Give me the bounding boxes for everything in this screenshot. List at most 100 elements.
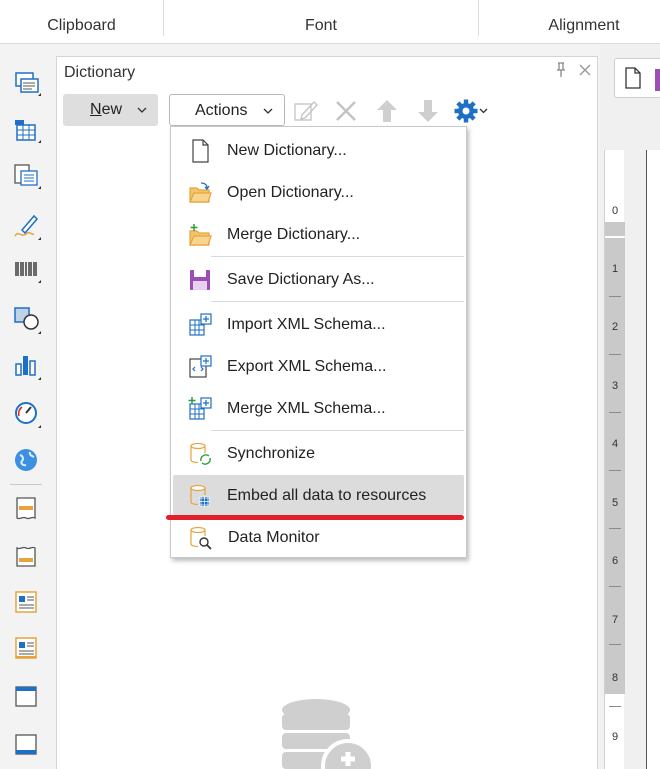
ruler-mark: 9	[611, 731, 619, 743]
shape-pen-icon[interactable]	[12, 210, 42, 240]
delete-button[interactable]	[332, 97, 360, 125]
page-tab-accent	[655, 69, 660, 91]
new-document-icon	[187, 138, 213, 164]
cross-tab-icon[interactable]	[12, 162, 42, 192]
menu-item-label: Data Monitor	[228, 529, 320, 546]
menu-item-label: Synchronize	[227, 445, 316, 462]
page-tab[interactable]	[614, 58, 660, 98]
save-icon	[187, 267, 213, 293]
footer-band-icon[interactable]	[12, 542, 42, 572]
import-xml-icon	[187, 312, 213, 338]
map-icon[interactable]	[12, 446, 42, 476]
toolbox	[0, 54, 50, 769]
open-folder-icon	[187, 180, 213, 206]
settings-button[interactable]	[453, 97, 493, 125]
menu-item-open-dictionary[interactable]: Open Dictionary...	[173, 172, 464, 212]
menu-item-export-xml-schema[interactable]: Export XML Schema...	[173, 346, 464, 386]
new-button-label: New	[90, 101, 123, 118]
synchronize-icon	[187, 441, 213, 467]
ruler-tick	[609, 586, 621, 587]
ribbon-group-alignment: Alignment	[548, 17, 620, 34]
menu-item-label: Merge XML Schema...	[227, 400, 386, 417]
ruler-mark: 4	[611, 438, 619, 450]
menu-item-label: Import XML Schema...	[227, 316, 386, 333]
table-icon[interactable]	[12, 116, 42, 146]
embed-resources-icon	[187, 483, 213, 509]
ruler-mark: 2	[611, 321, 619, 333]
ribbon-group-font: Font	[304, 17, 337, 34]
menu-separator	[211, 256, 464, 257]
ruler-mark: 5	[611, 497, 619, 509]
menu-item-new-dictionary[interactable]: New Dictionary...	[173, 130, 464, 170]
annotation-underline	[166, 515, 464, 520]
database-add-icon	[282, 699, 375, 769]
text-icon[interactable]	[12, 70, 42, 100]
page-header-icon[interactable]	[12, 682, 42, 712]
menu-separator	[211, 301, 464, 302]
ruler-tick	[609, 528, 621, 529]
ruler-tick	[609, 412, 621, 413]
ruler-mark: 1	[611, 263, 619, 275]
ribbon-group-labels: Clipboard Font Alignment	[0, 0, 660, 44]
menu-item-merge-dictionary[interactable]: Merge Dictionary...	[173, 214, 464, 254]
ruler-mark: 8	[611, 672, 619, 684]
data-monitor-icon	[187, 525, 213, 551]
header-band-icon[interactable]	[12, 494, 42, 524]
ruler-tick	[609, 706, 621, 707]
menu-item-synchronize[interactable]: Synchronize	[173, 433, 464, 473]
delete-icon	[336, 101, 356, 121]
merge-folder-icon	[187, 222, 213, 248]
ruler-tick	[609, 644, 621, 645]
ruler-tick	[609, 296, 621, 297]
vertical-ruler: 0 1 2 3 4 5 6 7 8 9	[604, 150, 625, 769]
barcode-icon[interactable]	[12, 256, 42, 286]
ruler-mark: 3	[611, 380, 619, 392]
export-xml-icon	[187, 354, 213, 380]
data-band-icon[interactable]	[12, 588, 42, 618]
close-icon[interactable]	[577, 62, 593, 78]
menu-item-data-monitor[interactable]: Data Monitor	[173, 517, 464, 557]
new-button[interactable]: New	[63, 94, 158, 126]
page-icon	[625, 67, 641, 89]
gear-icon	[454, 99, 488, 123]
ruler-band	[605, 222, 625, 236]
actions-button[interactable]: Actions	[169, 94, 285, 126]
edit-icon	[294, 101, 318, 121]
arrow-down-icon	[418, 100, 438, 122]
arrow-up-icon	[377, 100, 397, 122]
menu-item-label: Embed all data to resources	[227, 487, 427, 504]
move-up-button[interactable]	[373, 97, 401, 125]
report-page[interactable]	[646, 150, 660, 769]
menu-item-label: Merge Dictionary...	[227, 226, 361, 243]
chart-icon[interactable]	[12, 350, 42, 380]
menu-item-label: Export XML Schema...	[227, 358, 387, 375]
ribbon-group-clipboard: Clipboard	[47, 17, 116, 34]
menu-item-label: New Dictionary...	[227, 142, 347, 159]
chevron-down-icon	[263, 108, 273, 114]
edit-button[interactable]	[292, 97, 320, 125]
ruler-mark: 7	[611, 614, 619, 626]
merge-xml-icon	[187, 396, 213, 422]
shapes-icon[interactable]	[12, 304, 42, 334]
panel-title: Dictionary	[64, 64, 136, 81]
menu-item-embed-all-data-to-resources[interactable]: Embed all data to resources	[173, 475, 464, 515]
menu-item-save-dictionary-as[interactable]: Save Dictionary As...	[173, 259, 464, 299]
menu-separator	[211, 430, 464, 431]
move-down-button[interactable]	[414, 97, 442, 125]
chevron-down-icon	[137, 107, 147, 113]
databand-text-icon[interactable]	[12, 634, 42, 664]
menu-item-merge-xml-schema[interactable]: Merge XML Schema...	[173, 388, 464, 428]
actions-dropdown-menu: New Dictionary... Open Dictionary... Mer…	[170, 126, 467, 558]
menu-item-label: Open Dictionary...	[227, 184, 354, 201]
ruler-mark: 6	[611, 555, 619, 567]
ruler-tick	[609, 470, 621, 471]
page-footer-icon[interactable]	[12, 730, 42, 760]
menu-item-label: Save Dictionary As...	[227, 271, 375, 288]
ruler-mark: 0	[611, 205, 619, 217]
gauge-icon[interactable]	[12, 398, 42, 428]
ruler-tick	[609, 354, 621, 355]
toolbox-separator	[10, 484, 42, 485]
actions-button-label: Actions	[195, 102, 248, 119]
menu-item-import-xml-schema[interactable]: Import XML Schema...	[173, 304, 464, 344]
pin-icon[interactable]	[554, 62, 568, 78]
